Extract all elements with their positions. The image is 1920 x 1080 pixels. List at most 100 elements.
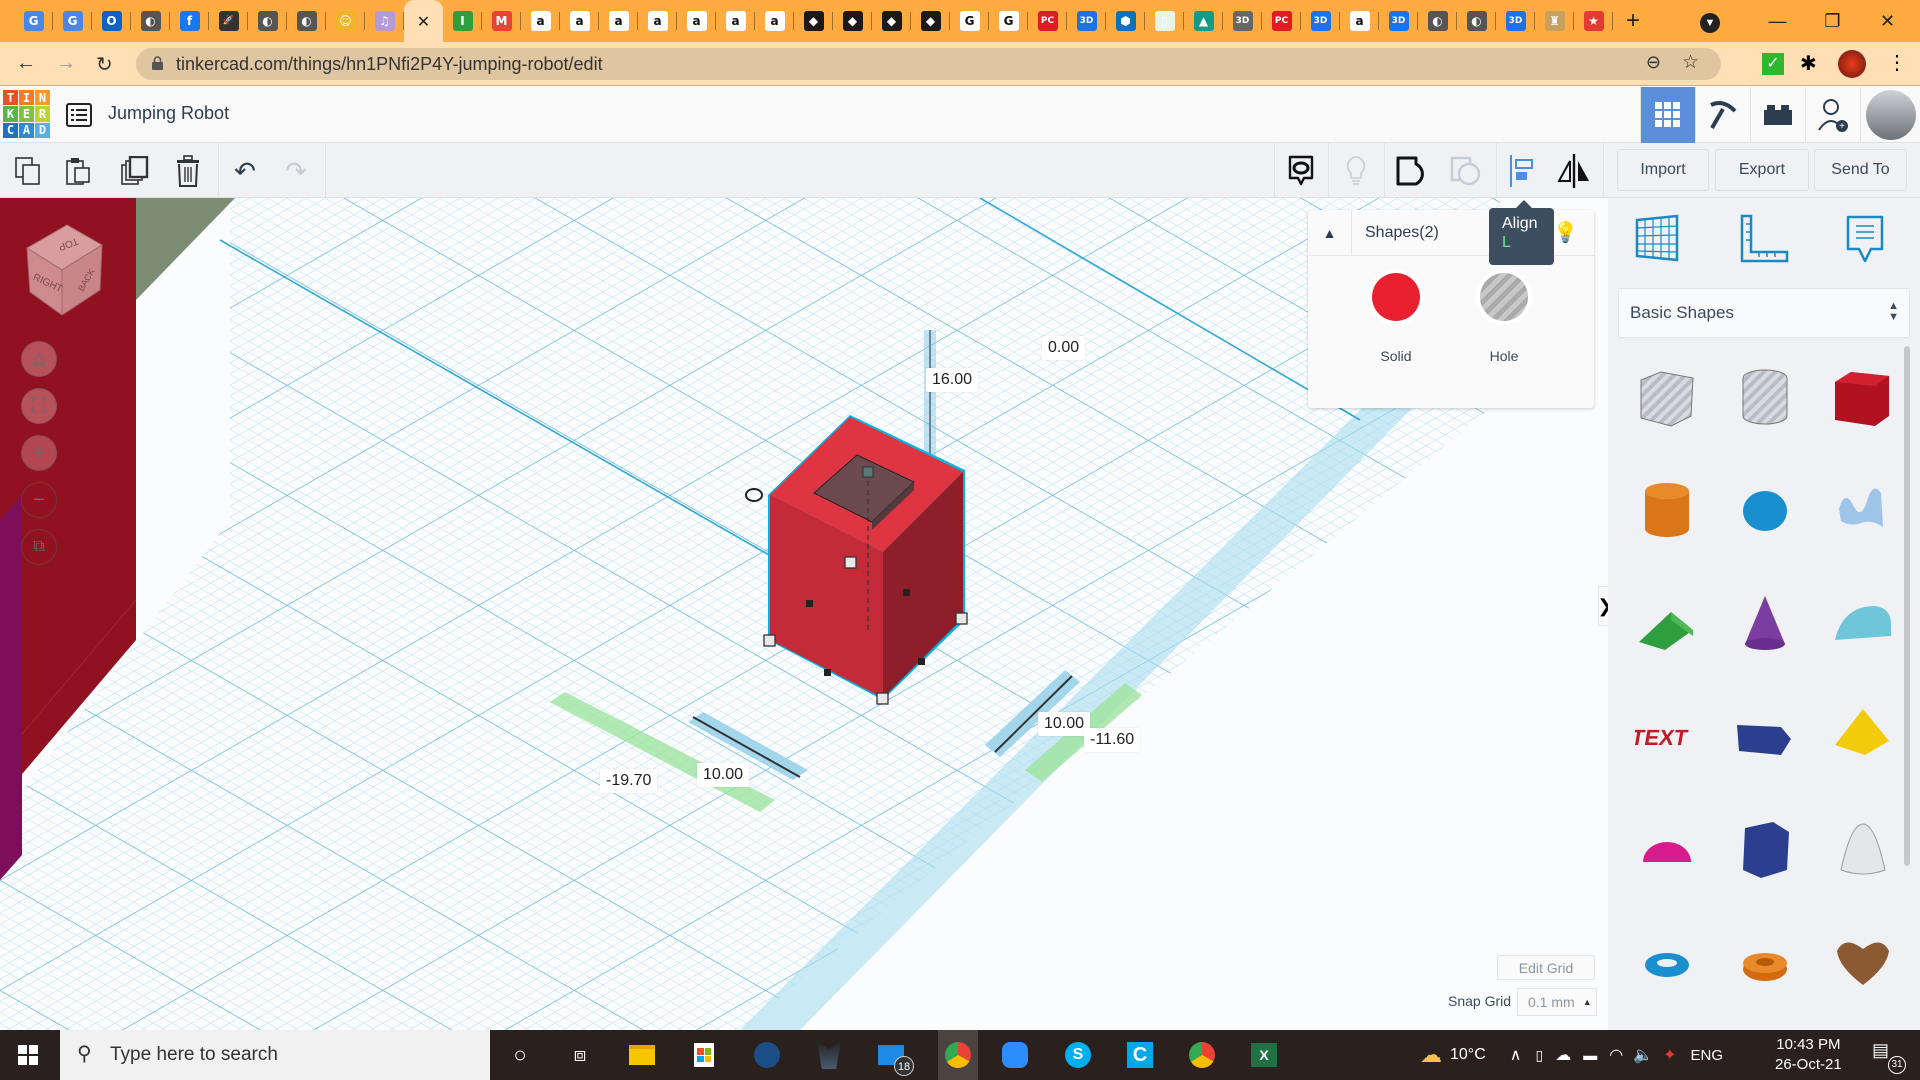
wifi-icon[interactable]: ◠ [1609, 1045, 1623, 1065]
extensions-puzzle-icon[interactable]: ✱ [1800, 51, 1817, 76]
browser-tab[interactable]: a [755, 0, 794, 42]
browser-tab[interactable]: ◐ [287, 0, 326, 42]
browser-tab[interactable]: ☺ [326, 0, 365, 42]
3d-design-view-tab[interactable] [1640, 87, 1695, 143]
browser-tab[interactable]: a [638, 0, 677, 42]
design-list-icon[interactable] [66, 103, 92, 127]
notes-button[interactable] [1281, 151, 1321, 191]
export-button[interactable]: Export [1715, 149, 1809, 191]
mirror-button[interactable] [1554, 151, 1594, 191]
shape-paraboloid[interactable] [1818, 805, 1908, 895]
clock[interactable]: 10:43 PM 26-Oct-21 [1775, 1035, 1842, 1075]
blocks-editor-tab[interactable] [1695, 87, 1750, 143]
browser-tab[interactable]: 3D [1223, 0, 1262, 42]
depth-dimension[interactable]: 10.00 [1038, 712, 1091, 736]
battery-icon[interactable]: ▬ [1583, 1047, 1597, 1063]
shape-sphere[interactable] [1720, 466, 1810, 556]
user-avatar[interactable] [1860, 87, 1920, 143]
weather-icon[interactable]: ☁ [1420, 1042, 1442, 1068]
browser-tab[interactable]: a [599, 0, 638, 42]
profile-avatar[interactable] [1838, 50, 1866, 78]
browser-tab[interactable]: ◆ [911, 0, 950, 42]
delete-button[interactable] [168, 151, 208, 191]
browser-tab[interactable]: G [950, 0, 989, 42]
browser-tab[interactable]: ◐ [1457, 0, 1496, 42]
zoom-icon[interactable]: ⊖ [1646, 52, 1661, 73]
import-button[interactable]: Import [1617, 149, 1709, 191]
app-tray-icon[interactable]: ✦ [1663, 1045, 1676, 1065]
invite-user-tab[interactable]: + [1805, 87, 1860, 143]
close-tab-icon[interactable]: ✕ [414, 11, 434, 31]
zoom-app-icon[interactable] [1000, 1040, 1030, 1070]
shape-round-roof[interactable] [1818, 579, 1908, 669]
back-button[interactable]: ← [16, 52, 36, 75]
shape-pyramid[interactable] [1818, 692, 1908, 782]
browser-tab[interactable]: ◆ [833, 0, 872, 42]
cleanmaster-icon[interactable]: C [1125, 1040, 1155, 1070]
browser-tab[interactable]: ♜ [1535, 0, 1574, 42]
bookmark-star-icon[interactable]: ☆ [1682, 51, 1699, 74]
shape-category-select[interactable]: Basic Shapes ▲ ▼ [1618, 288, 1910, 338]
browser-tab[interactable]: ◆ [872, 0, 911, 42]
browser-tab[interactable]: PC [1262, 0, 1301, 42]
shape-polygon[interactable] [1720, 805, 1810, 895]
undo-button[interactable]: ↶ [225, 151, 265, 191]
paste-button[interactable] [58, 151, 98, 191]
browser-tab[interactable]: 🚀 [209, 0, 248, 42]
windows-start-button[interactable] [18, 1045, 38, 1070]
url-input[interactable]: tinkercad.com/things/hn1PNfi2P4Y-jumping… [136, 48, 1721, 80]
copy-button[interactable] [8, 151, 48, 191]
chrome-active-icon[interactable] [938, 1030, 978, 1080]
checkmark-extension-icon[interactable]: ✓ [1762, 53, 1784, 75]
active-tab[interactable]: ✕ [404, 0, 443, 42]
elevation-dimension[interactable]: 0.00 [1042, 336, 1086, 360]
browser-tab[interactable]: G [53, 0, 92, 42]
shape-cone[interactable] [1720, 579, 1810, 669]
send-to-button[interactable]: Send To [1814, 149, 1907, 191]
browser-tab[interactable]: a [560, 0, 599, 42]
width-dimension[interactable]: 10.00 [697, 763, 750, 787]
browser-tab[interactable]: PC [1028, 0, 1067, 42]
onedrive-icon[interactable]: ☁ [1555, 1045, 1571, 1065]
browser-tab[interactable]: ♫ [365, 0, 404, 42]
shape-roof[interactable] [1622, 579, 1712, 669]
show-all-button[interactable] [1336, 151, 1376, 191]
height-dimension[interactable]: 16.00 [926, 368, 979, 392]
browser-tab[interactable]: a [677, 0, 716, 42]
browser-tab[interactable]: ▲ [1184, 0, 1223, 42]
file-explorer-icon[interactable] [627, 1040, 657, 1070]
snap-grid-select[interactable]: 0.1 mm ▲ [1517, 988, 1597, 1016]
hole-swatch[interactable] [1480, 273, 1528, 321]
browser-tab[interactable]: I [443, 0, 482, 42]
shape-wedge[interactable] [1720, 692, 1810, 782]
tab-search-icon[interactable]: ▼ [1695, 10, 1725, 33]
maximize-button[interactable]: ❐ [1805, 11, 1860, 32]
tinkercad-logo[interactable]: TIN KER CAD [3, 90, 51, 138]
browser-tab[interactable]: G [989, 0, 1028, 42]
notes-tool[interactable] [1845, 214, 1885, 269]
shape-text[interactable]: TEXT [1622, 692, 1712, 782]
inspector-lightbulb-icon[interactable]: 💡 [1553, 220, 1578, 245]
browser-tab[interactable]: ◐ [248, 0, 287, 42]
shape-tube[interactable] [1720, 918, 1810, 1008]
group-button[interactable] [1392, 151, 1432, 191]
shape-box-hole[interactable] [1622, 353, 1712, 443]
browser-tab[interactable]: O [92, 0, 131, 42]
shape-cylinder-hole[interactable] [1720, 353, 1810, 443]
browser-tab[interactable]: ⬢ [1106, 0, 1145, 42]
ruler-tool[interactable] [1739, 214, 1789, 269]
browser-tab[interactable]: 3D [1379, 0, 1418, 42]
notification-center[interactable]: ▤ 31 [1872, 1040, 1906, 1074]
zoom-in-button[interactable]: + [21, 435, 57, 471]
volume-icon[interactable]: 🔈 [1633, 1045, 1653, 1065]
edit-grid-button[interactable]: Edit Grid [1497, 955, 1595, 980]
ungroup-button[interactable] [1446, 151, 1486, 191]
ms-store-icon[interactable] [689, 1040, 719, 1070]
new-tab-button[interactable]: + [1613, 7, 1653, 35]
browser-tab[interactable]: ★ [1574, 0, 1613, 42]
browser-tab[interactable]: 3D [1496, 0, 1535, 42]
browser-tab[interactable]: 3D [1067, 0, 1106, 42]
shape-torus[interactable] [1622, 918, 1712, 1008]
show-hidden-icons[interactable]: ∧ [1510, 1045, 1522, 1065]
browser-tab[interactable]: ◐ [1418, 0, 1457, 42]
